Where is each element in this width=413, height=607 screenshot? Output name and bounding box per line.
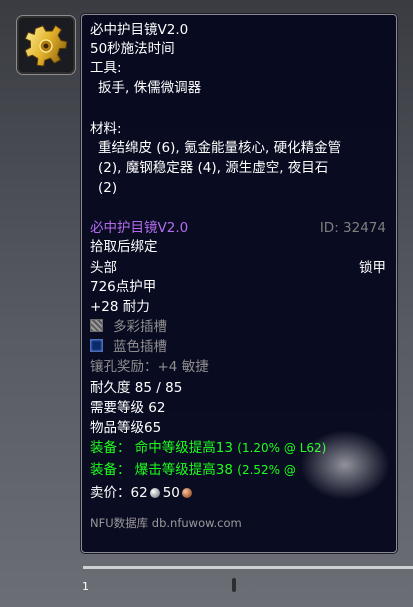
- horizontal-scrollbar[interactable]: [83, 566, 413, 569]
- equip-hit-text: 命中等级提高13: [134, 440, 233, 456]
- tools-label: 工具:: [90, 60, 122, 76]
- recipe-name: 必中护目镜V2.0: [90, 22, 189, 38]
- meta-socket-icon: [90, 319, 103, 332]
- socket-bonus: 镶孔奖励：+4 敏捷: [90, 359, 209, 375]
- stamina-stat: +28 耐力: [90, 299, 150, 315]
- sell-silver-amount: 62: [130, 485, 148, 501]
- armor-type: 锁甲: [359, 260, 386, 276]
- equip-crit-detail: (2.52% @: [237, 463, 296, 477]
- database-source: NFU数据库 db.nfuwow.com: [90, 516, 242, 530]
- equip-slot: 头部: [90, 260, 117, 276]
- tools-list: 扳手, 侏儒微调器: [98, 80, 202, 96]
- item-id: ID: 32474: [319, 220, 386, 236]
- armor-value: 726点护甲: [90, 279, 157, 295]
- materials-line-1: 重结绵皮 (6), 氪金能量核心, 硬化精金管: [98, 140, 342, 156]
- gear-icon: [20, 19, 72, 71]
- item-icon-frame[interactable]: [16, 15, 76, 75]
- silver-coin-icon: [149, 488, 160, 498]
- equip-crit-text: 爆击等级提高38: [134, 462, 233, 478]
- blue-socket-icon: [90, 339, 103, 352]
- equip-hit-rating: 装备： 命中等级提高13 (1.20% @ L62): [90, 439, 326, 457]
- item-level: 物品等级65: [90, 420, 162, 436]
- sell-price: 卖价：62 50: [90, 484, 195, 502]
- meta-socket-row: 多彩插槽: [90, 318, 167, 336]
- screen-glare: [300, 430, 390, 500]
- scroll-thumb[interactable]: [232, 578, 236, 592]
- sell-copper-amount: 50: [162, 485, 180, 501]
- equip-prefix: 装备：: [90, 440, 131, 456]
- scroll-position-label: 1: [82, 580, 89, 593]
- required-level: 需要等级 62: [90, 400, 166, 416]
- equip-crit-rating: 装备： 爆击等级提高38 (2.52% @: [90, 461, 296, 479]
- durability: 耐久度 85 / 85: [90, 380, 183, 396]
- blue-socket-label: 蓝色插槽: [113, 339, 167, 355]
- materials-line-3: (2): [98, 180, 118, 196]
- materials-label: 材料:: [90, 121, 122, 137]
- meta-socket-label: 多彩插槽: [113, 319, 167, 335]
- sell-label: 卖价：: [90, 485, 131, 501]
- blue-socket-row: 蓝色插槽: [90, 338, 167, 356]
- cast-time: 50秒施法时间: [90, 41, 175, 57]
- materials-line-2: (2), 魔钢稳定器 (4), 源生虚空, 夜目石: [98, 160, 329, 176]
- copper-coin-icon: [181, 488, 192, 498]
- item-name-link[interactable]: 必中护目镜V2.0: [90, 219, 188, 237]
- equip-prefix: 装备：: [90, 462, 131, 478]
- bind-type: 拾取后绑定: [90, 239, 158, 255]
